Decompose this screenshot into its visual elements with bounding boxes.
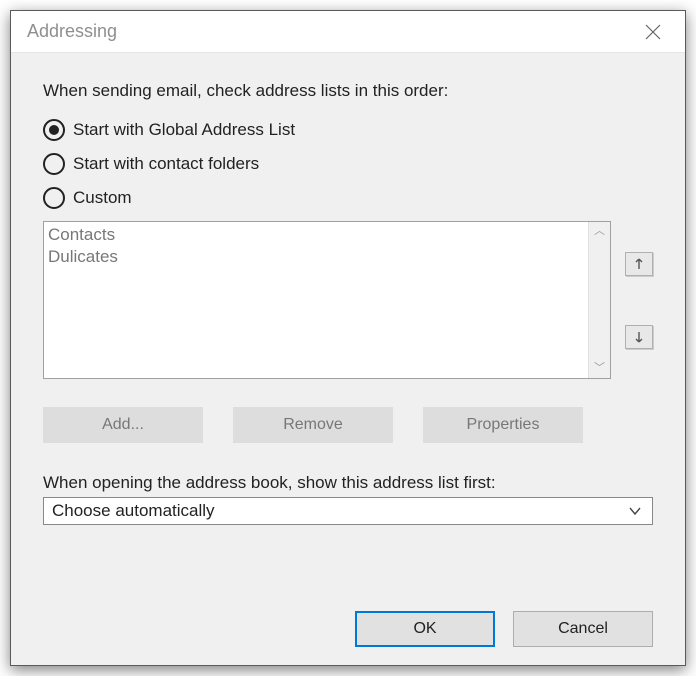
list-item[interactable]: Dulicates — [48, 246, 584, 268]
dropdown-value: Choose automatically — [52, 501, 215, 521]
add-button[interactable]: Add... — [43, 407, 203, 443]
close-icon — [644, 23, 662, 41]
move-up-button[interactable] — [625, 252, 653, 276]
order-radio-group: Start with Global Address List Start wit… — [43, 119, 653, 209]
address-list-box[interactable]: Contacts Dulicates ︿ ﹀ — [43, 221, 611, 379]
chevron-down-icon — [628, 504, 642, 518]
instruction-label: When sending email, check address lists … — [43, 81, 653, 101]
radio-custom[interactable]: Custom — [43, 187, 653, 209]
titlebar: Addressing — [11, 11, 685, 53]
dialog-footer: OK Cancel — [355, 611, 653, 647]
radio-contacts-label: Start with contact folders — [73, 154, 259, 174]
list-action-buttons: Add... Remove Properties — [43, 407, 653, 443]
default-list-label: When opening the address book, show this… — [43, 473, 653, 493]
dialog-title: Addressing — [27, 21, 633, 42]
properties-button[interactable]: Properties — [423, 407, 583, 443]
move-down-button[interactable] — [625, 325, 653, 349]
radio-gal-indicator — [43, 119, 65, 141]
cancel-button[interactable]: Cancel — [513, 611, 653, 647]
ok-button[interactable]: OK — [355, 611, 495, 647]
radio-contacts[interactable]: Start with contact folders — [43, 153, 653, 175]
dialog-content: When sending email, check address lists … — [11, 53, 685, 545]
radio-custom-label: Custom — [73, 188, 132, 208]
close-button[interactable] — [633, 12, 673, 52]
address-list-items: Contacts Dulicates — [44, 222, 588, 378]
remove-button[interactable]: Remove — [233, 407, 393, 443]
scroll-down-icon: ﹀ — [594, 363, 605, 374]
arrow-down-icon — [634, 331, 644, 343]
addressing-dialog: Addressing When sending email, check add… — [10, 10, 686, 666]
list-scrollbar[interactable]: ︿ ﹀ — [588, 222, 610, 378]
radio-gal[interactable]: Start with Global Address List — [43, 119, 653, 141]
radio-contacts-indicator — [43, 153, 65, 175]
reorder-buttons — [625, 221, 653, 379]
list-row: Contacts Dulicates ︿ ﹀ — [43, 221, 653, 379]
arrow-up-icon — [634, 258, 644, 270]
radio-gal-label: Start with Global Address List — [73, 120, 295, 140]
default-list-dropdown[interactable]: Choose automatically — [43, 497, 653, 525]
scroll-up-icon: ︿ — [594, 226, 605, 237]
radio-custom-indicator — [43, 187, 65, 209]
list-item[interactable]: Contacts — [48, 224, 584, 246]
